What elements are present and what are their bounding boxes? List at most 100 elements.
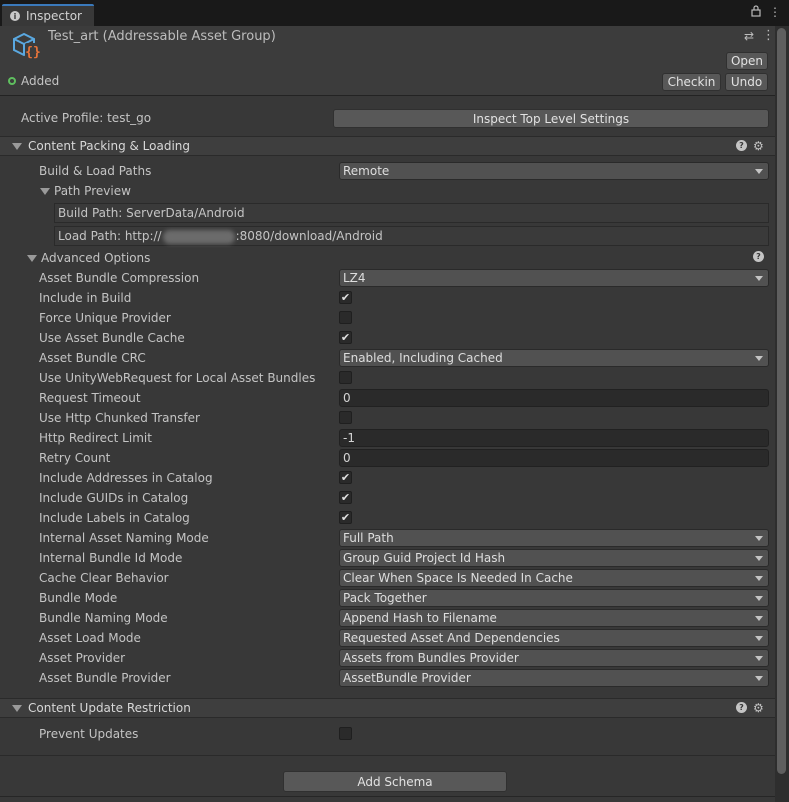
option-label: Include Labels in Catalog — [39, 511, 190, 525]
added-status-icon — [8, 77, 16, 85]
help-icon[interactable]: ? — [753, 251, 764, 262]
chevron-down-icon — [755, 656, 763, 661]
option-row: Asset Bundle Compression LZ4 — [0, 268, 775, 288]
option-checkbox[interactable] — [339, 411, 352, 424]
foldout-arrow-icon — [12, 704, 22, 712]
option-checkbox[interactable]: ✔ — [339, 511, 352, 524]
option-dropdown[interactable]: Pack Together — [339, 589, 769, 607]
option-row: Request Timeout 0 — [0, 388, 775, 408]
more-menu-icon[interactable]: ⋮ — [769, 5, 781, 20]
dropdown-value: AssetBundle Provider — [343, 671, 471, 685]
option-row: Internal Asset Naming Mode Full Path — [0, 528, 775, 548]
option-dropdown[interactable]: AssetBundle Provider — [339, 669, 769, 687]
window-controls: ⋮ — [751, 5, 781, 20]
svg-text:{}: {} — [25, 45, 41, 60]
section-content-update-restriction[interactable]: Content Update Restriction ? ⚙ — [0, 698, 775, 718]
option-checkbox[interactable]: ✔ — [339, 331, 352, 344]
option-row: Force Unique Provider — [0, 308, 775, 328]
option-label: Cache Clear Behavior — [39, 571, 169, 585]
chevron-down-icon — [755, 636, 763, 641]
chevron-down-icon — [755, 356, 763, 361]
option-dropdown[interactable]: Assets from Bundles Provider — [339, 649, 769, 667]
option-checkbox[interactable]: ✔ — [339, 291, 352, 304]
dropdown-value: Requested Asset And Dependencies — [343, 631, 560, 645]
option-field[interactable]: -1 — [339, 429, 769, 447]
help-icon[interactable]: ? — [736, 140, 747, 151]
inspect-top-level-settings-button[interactable]: Inspect Top Level Settings — [333, 109, 769, 128]
undo-button[interactable]: Undo — [725, 73, 768, 91]
option-dropdown[interactable]: Append Hash to Filename — [339, 609, 769, 627]
foldout-arrow-icon — [40, 187, 50, 195]
build-load-paths-label: Build & Load Paths — [39, 164, 152, 178]
section-content-packing[interactable]: Content Packing & Loading ? ⚙ — [0, 136, 775, 156]
advanced-options-text: Advanced Options — [41, 251, 151, 265]
divider — [0, 796, 775, 797]
build-load-paths-row: Build & Load Paths Remote — [0, 161, 775, 181]
load-path-preview: Load Path: http://:8080/download/Android — [54, 226, 769, 246]
option-label: Use UnityWebRequest for Local Asset Bund… — [39, 371, 316, 385]
option-row: Bundle Naming Mode Append Hash to Filenam… — [0, 608, 775, 628]
option-checkbox[interactable]: ✔ — [339, 491, 352, 504]
option-label: Request Timeout — [39, 391, 141, 405]
option-row: Asset Load Mode Requested Asset And Depen… — [0, 628, 775, 648]
dropdown-value: LZ4 — [343, 271, 366, 285]
tab-inspector[interactable]: i Inspector — [2, 4, 94, 26]
advanced-options-label: Advanced Options — [27, 251, 150, 265]
settings-sliders-icon[interactable]: ⇄ — [744, 29, 754, 43]
checkin-button[interactable]: Checkin — [662, 73, 721, 91]
dropdown-value: Clear When Space Is Needed In Cache — [343, 571, 573, 585]
dropdown-value: Remote — [343, 164, 390, 178]
option-label: Asset Bundle Compression — [39, 271, 200, 285]
help-icon[interactable]: ? — [736, 702, 747, 713]
option-row: Bundle Mode Pack Together — [0, 588, 775, 608]
lock-icon[interactable] — [751, 5, 761, 20]
load-path-prefix: Load Path: http:// — [58, 229, 162, 243]
option-label: Force Unique Provider — [39, 311, 171, 325]
build-load-paths-dropdown[interactable]: Remote — [339, 162, 769, 180]
option-dropdown[interactable]: Full Path — [339, 529, 769, 547]
path-preview-foldout[interactable]: Path Preview — [0, 181, 775, 201]
chevron-down-icon — [755, 276, 763, 281]
path-preview-label: Path Preview — [40, 184, 131, 198]
scrollbar-thumb[interactable] — [777, 28, 786, 774]
option-row: Http Redirect Limit -1 — [0, 428, 775, 448]
option-label: Asset Load Mode — [39, 631, 141, 645]
option-row: Asset Bundle Provider AssetBundle Provide… — [0, 668, 775, 688]
option-field[interactable]: 0 — [339, 449, 769, 467]
option-checkbox[interactable] — [339, 371, 352, 384]
redacted-host — [162, 229, 235, 244]
option-field[interactable]: 0 — [339, 389, 769, 407]
section-title: Content Update Restriction — [28, 701, 191, 715]
chevron-down-icon — [755, 616, 763, 621]
option-label: Internal Bundle Id Mode — [39, 551, 183, 565]
gear-icon[interactable]: ⚙ — [753, 702, 765, 714]
dropdown-value: Enabled, Including Cached — [343, 351, 503, 365]
dropdown-value: Group Guid Project Id Hash — [343, 551, 506, 565]
option-row: Include Labels in Catalog ✔ — [0, 508, 775, 528]
added-status: Added — [8, 74, 59, 88]
option-dropdown[interactable]: Clear When Space Is Needed In Cache — [339, 569, 769, 587]
option-label: Include GUIDs in Catalog — [39, 491, 189, 505]
prevent-updates-checkbox[interactable] — [339, 727, 352, 740]
option-label: Bundle Naming Mode — [39, 611, 168, 625]
option-row: Include GUIDs in Catalog ✔ — [0, 488, 775, 508]
inspector-title: Test_art (Addressable Asset Group) — [48, 29, 276, 44]
gear-icon[interactable]: ⚙ — [753, 140, 765, 152]
more-menu-icon[interactable]: ⋮ — [762, 28, 775, 43]
add-schema-button[interactable]: Add Schema — [283, 771, 507, 792]
addressable-group-icon: {} — [10, 31, 42, 64]
option-dropdown[interactable]: Group Guid Project Id Hash — [339, 549, 769, 567]
option-checkbox[interactable]: ✔ — [339, 471, 352, 484]
option-dropdown[interactable]: Requested Asset And Dependencies — [339, 629, 769, 647]
option-dropdown[interactable]: LZ4 — [339, 269, 769, 287]
open-button[interactable]: Open — [726, 52, 768, 70]
option-label: Asset Bundle Provider — [39, 671, 171, 685]
advanced-options-foldout[interactable]: Advanced Options ? — [0, 248, 775, 268]
dropdown-value: Full Path — [343, 531, 394, 545]
checkmark-icon: ✔ — [340, 491, 351, 504]
option-row: Asset Bundle CRC Enabled, Including Cache… — [0, 348, 775, 368]
option-checkbox[interactable] — [339, 311, 352, 324]
info-icon: i — [10, 11, 20, 21]
checkmark-icon: ✔ — [340, 471, 351, 484]
option-dropdown[interactable]: Enabled, Including Cached — [339, 349, 769, 367]
